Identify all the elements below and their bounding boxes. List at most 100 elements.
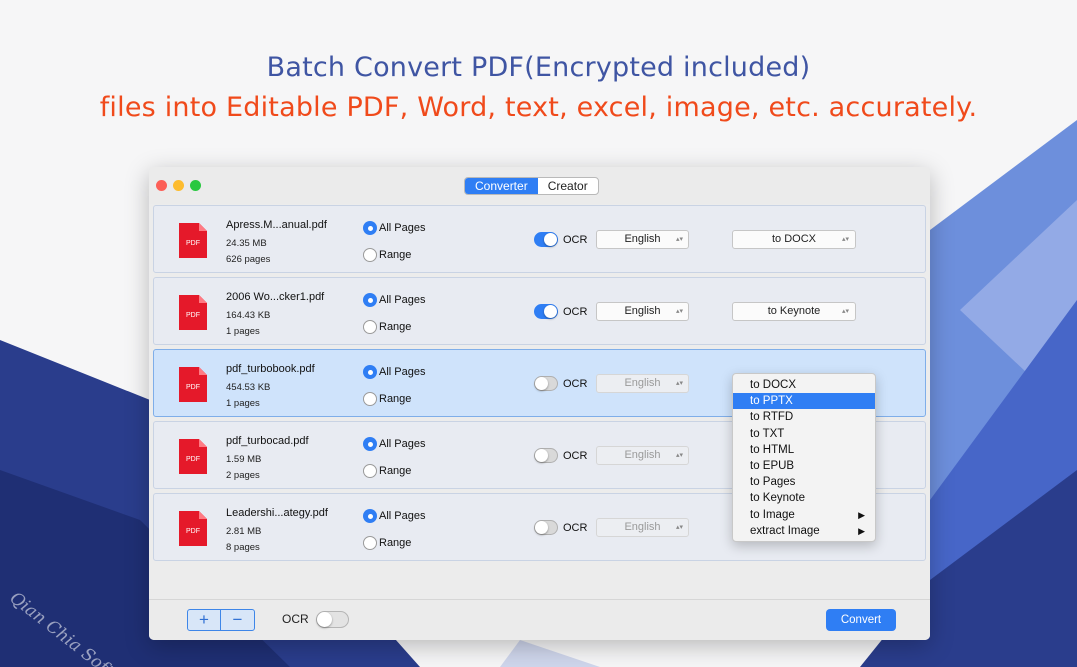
ocr-label: OCR <box>563 522 588 534</box>
bottom-toolbar: + − OCR Convert <box>149 599 930 640</box>
all-pages-label[interactable]: All Pages <box>379 222 425 234</box>
language-select[interactable]: English ▴▾ <box>596 302 689 321</box>
all-pages-label[interactable]: All Pages <box>379 294 425 306</box>
ocr-toggle[interactable] <box>534 376 558 391</box>
mode-segmented-control: Converter Creator <box>464 177 599 195</box>
ocr-label: OCR <box>563 234 588 246</box>
svg-text:PDF: PDF <box>186 528 200 535</box>
svg-text:PDF: PDF <box>186 240 200 247</box>
all-pages-radio[interactable] <box>363 437 377 451</box>
range-radio[interactable] <box>363 392 377 406</box>
headline: Batch Convert PDF(Encrypted included) <box>266 52 811 83</box>
select-arrows-icon: ▴▾ <box>675 308 683 315</box>
menu-item-to-pages[interactable]: to Pages <box>733 474 875 490</box>
title-bar: Converter Creator <box>149 167 930 204</box>
select-arrows-icon: ▴▾ <box>675 380 683 387</box>
subline: files into Editable PDF, Word, text, exc… <box>99 92 978 123</box>
range-label[interactable]: Range <box>379 321 411 333</box>
remove-file-button[interactable]: − <box>221 610 254 630</box>
submenu-arrow-icon: ▶ <box>858 509 865 520</box>
svg-text:PDF: PDF <box>186 456 200 463</box>
file-pages: 1 pages <box>226 398 260 409</box>
file-size: 1.59 MB <box>226 454 262 465</box>
pdf-file-icon: PDF <box>179 367 207 402</box>
language-select[interactable]: English ▴▾ <box>596 518 689 537</box>
file-name: pdf_turbobook.pdf <box>226 363 315 375</box>
select-arrows-icon: ▴▾ <box>841 236 849 243</box>
pdf-file-icon: PDF <box>179 295 207 330</box>
format-select[interactable]: to Keynote ▴▾ <box>732 302 856 321</box>
add-remove-group: + − <box>187 609 255 631</box>
language-select[interactable]: English ▴▾ <box>596 230 689 249</box>
file-size: 454.53 KB <box>226 382 271 393</box>
format-select[interactable]: to DOCX ▴▾ <box>732 230 856 249</box>
menu-item-to-html[interactable]: to HTML <box>733 442 875 458</box>
ocr-toggle[interactable] <box>534 448 558 463</box>
file-pages: 626 pages <box>226 254 271 265</box>
select-arrows-icon: ▴▾ <box>841 308 849 315</box>
file-pages: 8 pages <box>226 542 260 553</box>
menu-item-to-docx[interactable]: to DOCX <box>733 377 875 393</box>
ocr-toggle[interactable] <box>534 520 558 535</box>
menu-item-to-image[interactable]: to Image ▶ <box>733 507 875 523</box>
file-name: pdf_turbocad.pdf <box>226 435 309 447</box>
file-name: Leadershi...ategy.pdf <box>226 507 328 519</box>
ocr-toggle[interactable] <box>534 232 558 247</box>
zoom-window-button[interactable] <box>190 180 201 191</box>
ocr-label: OCR <box>563 378 588 390</box>
close-window-button[interactable] <box>156 180 167 191</box>
menu-item-to-txt[interactable]: to TXT <box>733 426 875 442</box>
all-pages-label[interactable]: All Pages <box>379 510 425 522</box>
all-pages-label[interactable]: All Pages <box>379 366 425 378</box>
svg-text:PDF: PDF <box>186 312 200 319</box>
all-pages-radio[interactable] <box>363 509 377 523</box>
menu-item-to-pptx[interactable]: to PPTX <box>733 393 875 410</box>
file-row[interactable]: PDF Apress.M...anual.pdf 24.35 MB 626 pa… <box>153 205 926 273</box>
select-arrows-icon: ▴▾ <box>675 236 683 243</box>
file-size: 24.35 MB <box>226 238 267 249</box>
all-pages-radio[interactable] <box>363 365 377 379</box>
range-label[interactable]: Range <box>379 537 411 549</box>
range-label[interactable]: Range <box>379 393 411 405</box>
all-pages-radio[interactable] <box>363 221 377 235</box>
file-size: 164.43 KB <box>226 310 271 321</box>
ocr-toggle[interactable] <box>534 304 558 319</box>
range-label[interactable]: Range <box>379 465 411 477</box>
minimize-window-button[interactable] <box>173 180 184 191</box>
global-ocr-toggle[interactable] <box>316 611 349 628</box>
menu-item-extract-image[interactable]: extract Image ▶ <box>733 523 875 539</box>
format-dropdown-menu: to DOCX to PPTX to RTFD to TXT to HTML t… <box>732 373 876 542</box>
pdf-file-icon: PDF <box>179 439 207 474</box>
file-pages: 2 pages <box>226 470 260 481</box>
tab-creator[interactable]: Creator <box>538 178 598 194</box>
global-ocr-label: OCR <box>282 612 309 626</box>
convert-button[interactable]: Convert <box>826 609 896 631</box>
all-pages-label[interactable]: All Pages <box>379 438 425 450</box>
menu-item-to-keynote[interactable]: to Keynote <box>733 490 875 506</box>
language-select[interactable]: English ▴▾ <box>596 374 689 393</box>
range-radio[interactable] <box>363 536 377 550</box>
menu-item-to-epub[interactable]: to EPUB <box>733 458 875 474</box>
pdf-file-icon: PDF <box>179 511 207 546</box>
svg-text:PDF: PDF <box>186 384 200 391</box>
submenu-arrow-icon: ▶ <box>858 525 865 536</box>
add-file-button[interactable]: + <box>188 610 222 630</box>
file-size: 2.81 MB <box>226 526 262 537</box>
range-label[interactable]: Range <box>379 249 411 261</box>
menu-item-to-rtfd[interactable]: to RTFD <box>733 409 875 425</box>
file-name: 2006 Wo...cker1.pdf <box>226 291 325 303</box>
file-pages: 1 pages <box>226 326 260 337</box>
tab-converter[interactable]: Converter <box>465 178 538 194</box>
pdf-file-icon: PDF <box>179 223 207 258</box>
ocr-label: OCR <box>563 306 588 318</box>
file-name: Apress.M...anual.pdf <box>226 219 327 231</box>
file-row[interactable]: PDF 2006 Wo...cker1.pdf 164.43 KB 1 page… <box>153 277 926 345</box>
range-radio[interactable] <box>363 248 377 262</box>
ocr-label: OCR <box>563 450 588 462</box>
language-select[interactable]: English ▴▾ <box>596 446 689 465</box>
select-arrows-icon: ▴▾ <box>675 524 683 531</box>
all-pages-radio[interactable] <box>363 293 377 307</box>
range-radio[interactable] <box>363 320 377 334</box>
range-radio[interactable] <box>363 464 377 478</box>
select-arrows-icon: ▴▾ <box>675 452 683 459</box>
